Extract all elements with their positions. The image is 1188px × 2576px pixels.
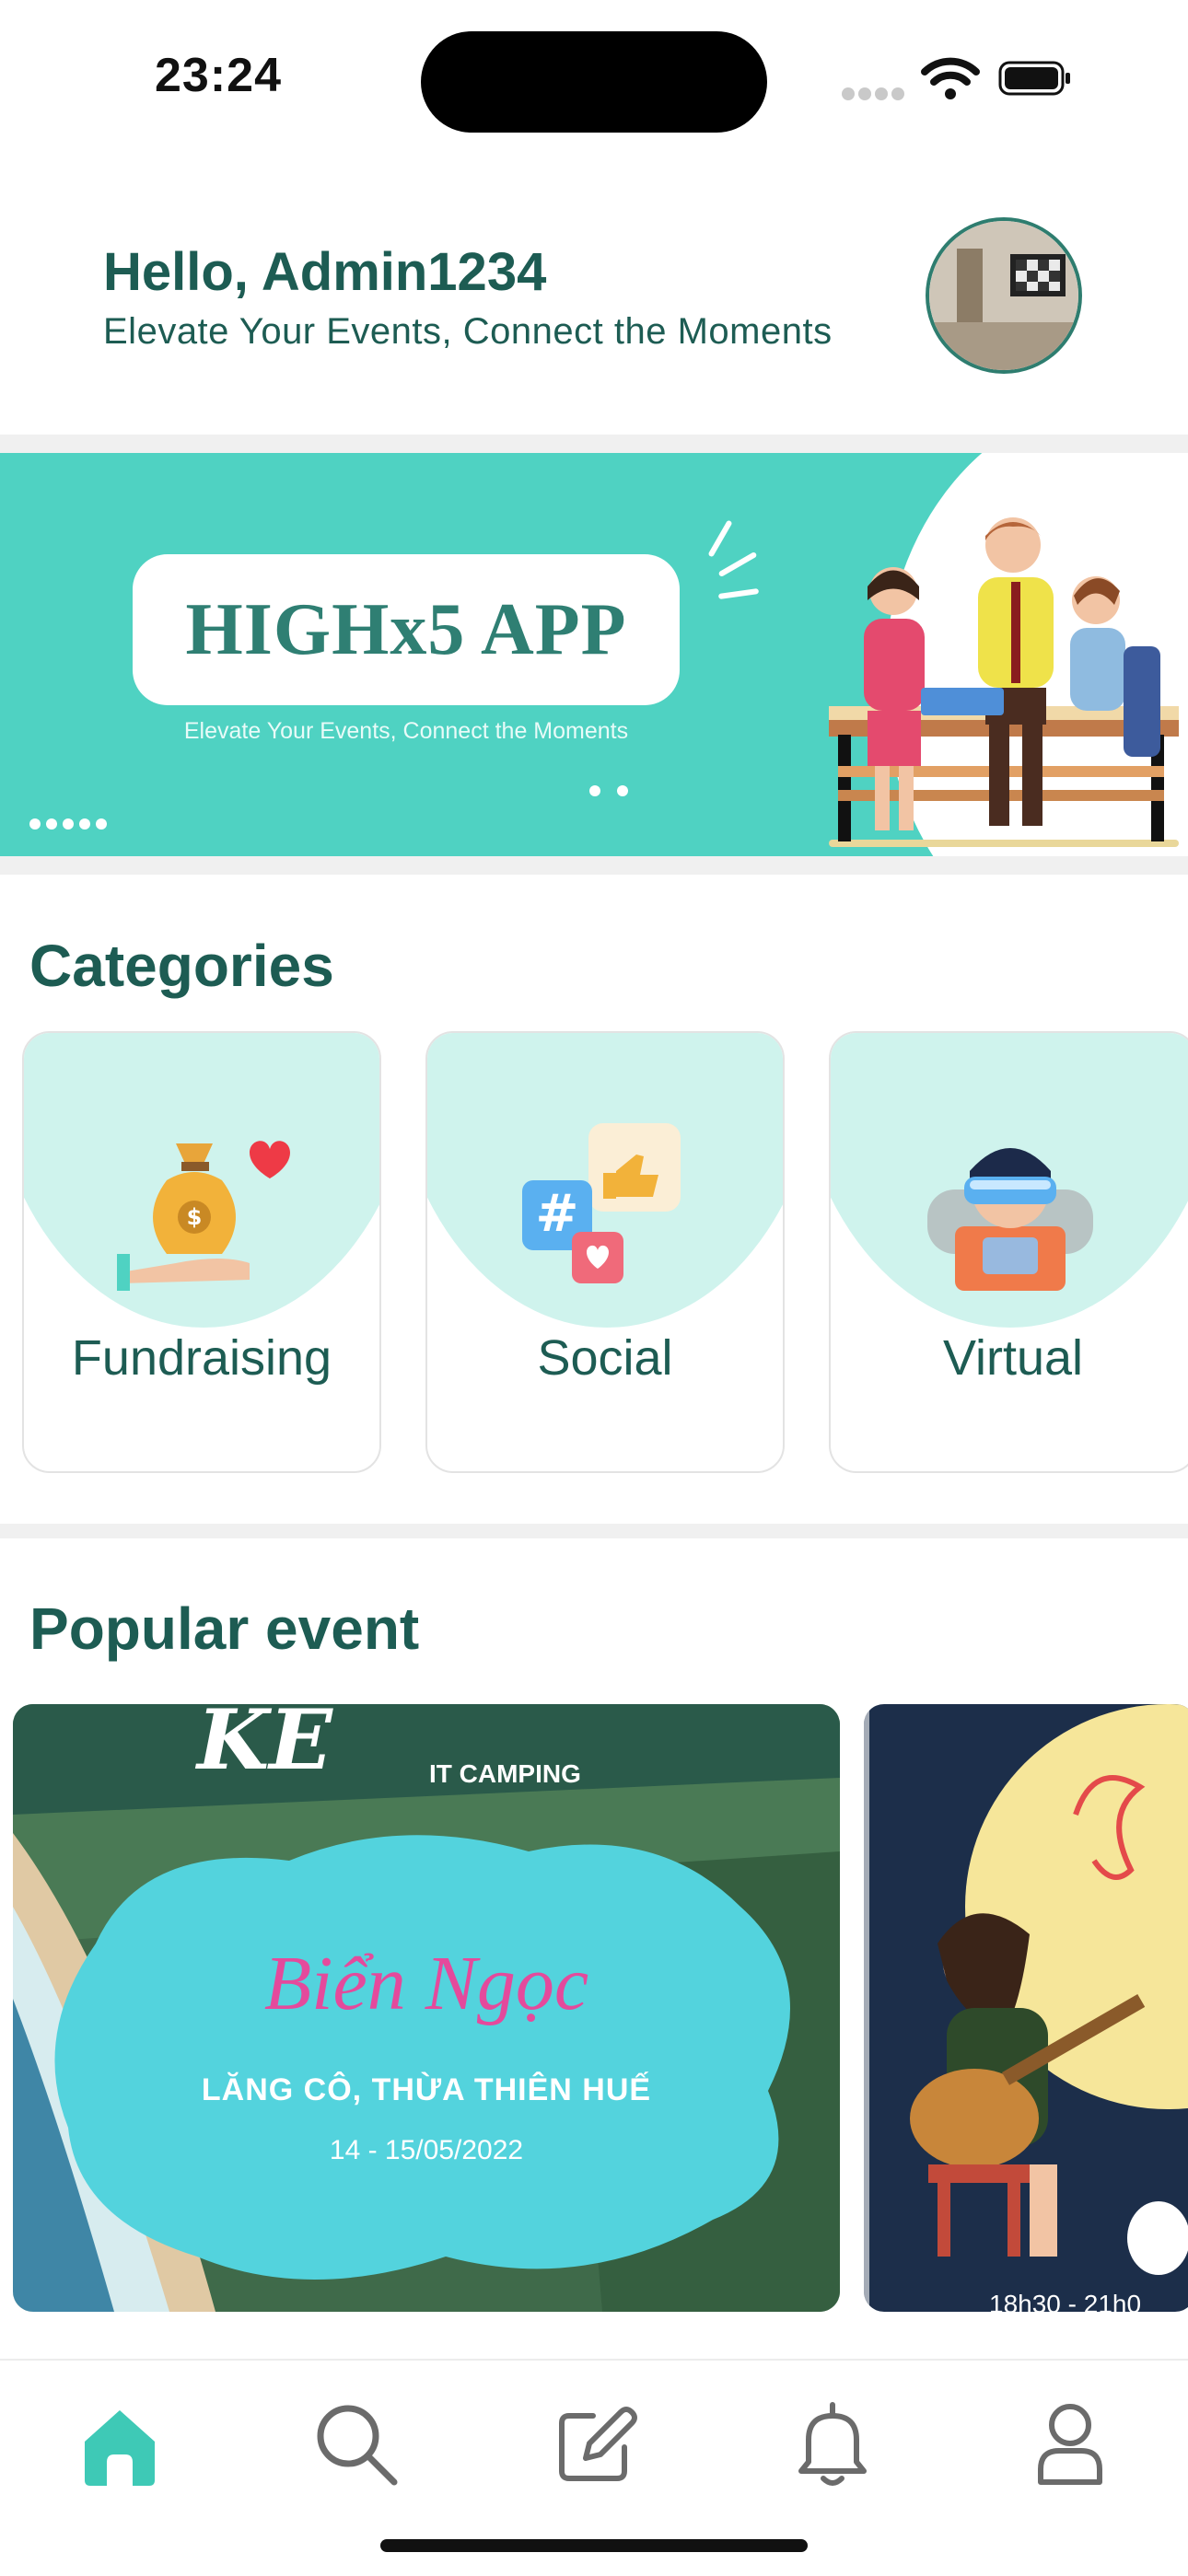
vr-headset-person-icon	[927, 1148, 1093, 1291]
battery-icon	[998, 61, 1070, 96]
social-hashtag-like-icon: #	[522, 1123, 681, 1283]
event-card-bien-ngoc[interactable]: KE IT CAMPING Biển Ngọc LĂNG CÔ, THỪA TH…	[13, 1704, 840, 2312]
category-label: Virtual	[942, 1330, 1084, 1386]
promo-banner[interactable]: HIGHx5 APP Elevate Your Events, Connect …	[0, 453, 1188, 856]
section-divider	[0, 435, 1188, 453]
user-icon[interactable]	[1024, 2397, 1116, 2489]
home-icon[interactable]	[74, 2397, 166, 2489]
avatar-room-image	[929, 221, 1078, 370]
greeting-title: Hello, Admin1234	[103, 242, 547, 302]
category-card-social[interactable]: # Social	[425, 1031, 785, 1473]
event-logo-text: KE	[194, 1704, 333, 1789]
edit-icon[interactable]	[549, 2397, 641, 2489]
carousel-indicator	[29, 818, 112, 834]
event-tag: IT CAMPING	[429, 1759, 581, 1788]
user-avatar[interactable]	[926, 217, 1082, 374]
bell-icon[interactable]	[786, 2397, 879, 2489]
home-indicator	[380, 2539, 808, 2552]
event-card-music-night[interactable]: 18h30 - 21h0	[864, 1704, 1188, 2312]
category-card-fundraising[interactable]: $ Fundraising	[22, 1031, 381, 1473]
meeting-illustration	[829, 517, 1179, 847]
banner-spark	[707, 519, 733, 558]
event-time: 18h30 - 21h0	[989, 2290, 1142, 2312]
greeting-tagline: Elevate Your Events, Connect the Moments	[103, 311, 833, 352]
category-card-virtual[interactable]: Virtual	[829, 1031, 1188, 1473]
banner-subtitle: Elevate Your Events, Connect the Moments	[183, 718, 629, 744]
money-bag-heart-icon: $	[117, 1141, 290, 1291]
banner-title: HIGHx5 APP	[133, 554, 680, 705]
cellular-signal-icon	[842, 87, 908, 105]
category-label: Social	[537, 1330, 673, 1386]
dynamic-island	[421, 31, 767, 133]
category-label: Fundraising	[71, 1330, 332, 1386]
event-poster-image	[864, 1704, 1188, 2312]
section-divider	[0, 1524, 1188, 1538]
event-date: 14 - 15/05/2022	[329, 2135, 524, 2165]
wifi-icon	[921, 57, 980, 99]
status-time: 23:24	[155, 49, 282, 102]
banner-spark	[717, 587, 760, 600]
svg-text:#: #	[536, 1184, 579, 1244]
svg-text:$: $	[187, 1204, 203, 1230]
banner-spark	[717, 551, 758, 578]
carousel-page-dots[interactable]	[589, 784, 645, 801]
categories-title: Categories	[29, 933, 334, 999]
event-location: LĂNG CÔ, THỪA THIÊN HUẾ	[201, 2072, 652, 2107]
section-divider	[0, 856, 1188, 875]
popular-event-title: Popular event	[29, 1595, 420, 1662]
search-icon[interactable]	[309, 2397, 402, 2489]
event-name: Biển Ngọc	[263, 1941, 589, 2026]
